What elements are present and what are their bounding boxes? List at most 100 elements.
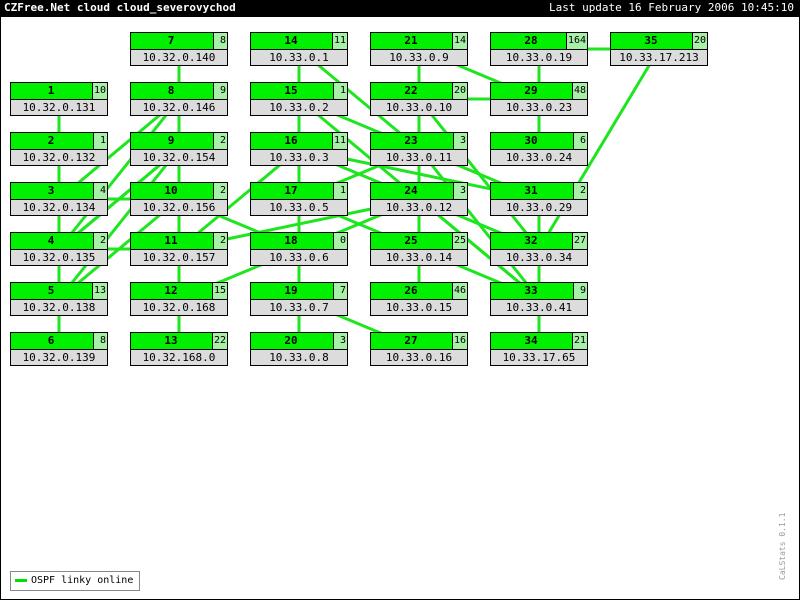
node-ip: 10.33.0.16 [385, 351, 453, 364]
node-28[interactable]: 28 164 10.33.0.19 [490, 32, 588, 66]
link-5-9 [57, 148, 181, 300]
node-header: 24 3 [371, 183, 467, 200]
node-count-badge: 16 [451, 333, 467, 349]
node-35[interactable]: 35 20 10.33.17.213 [610, 32, 708, 66]
node-ip: 10.33.0.34 [505, 251, 573, 264]
node-count-badge: 2 [213, 133, 227, 149]
node-ip: 10.33.0.6 [269, 251, 329, 264]
node-count-badge: 46 [451, 283, 467, 299]
node-16[interactable]: 16 11 10.33.0.3 [250, 132, 348, 166]
node-23[interactable]: 23 3 10.33.0.11 [370, 132, 468, 166]
node-id: 6 [47, 334, 55, 347]
node-8[interactable]: 8 9 10.32.0.146 [130, 82, 228, 116]
node-count-badge: 0 [333, 233, 347, 249]
node-15[interactable]: 15 1 10.33.0.2 [250, 82, 348, 116]
node-count-badge: 3 [453, 133, 467, 149]
node-count-badge: 4 [93, 183, 107, 199]
node-id: 21 [404, 34, 418, 47]
node-20[interactable]: 20 3 10.33.0.8 [250, 332, 348, 366]
node-2[interactable]: 2 1 10.32.0.132 [10, 132, 108, 166]
node-header: 30 6 [491, 133, 587, 150]
node-ip: 10.33.0.7 [269, 301, 329, 314]
node-header: 12 15 [131, 283, 227, 300]
node-34[interactable]: 34 21 10.33.17.65 [490, 332, 588, 366]
node-14[interactable]: 14 11 10.33.0.1 [250, 32, 348, 66]
node-21[interactable]: 21 14 10.33.0.9 [370, 32, 468, 66]
node-29[interactable]: 29 48 10.33.0.23 [490, 82, 588, 116]
node-3[interactable]: 3 4 10.32.0.134 [10, 182, 108, 216]
node-4[interactable]: 4 2 10.32.0.135 [10, 232, 108, 266]
node-22[interactable]: 22 20 10.33.0.10 [370, 82, 468, 116]
node-header: 42 [11, 233, 107, 250]
node-10[interactable]: 10 2 10.32.0.156 [130, 182, 228, 216]
node-count-badge: 48 [571, 83, 587, 99]
node-header: 27 16 [371, 333, 467, 350]
node-count-badge: 20 [451, 83, 467, 99]
node-id: 10 [164, 184, 178, 197]
node-count-badge: 2 [93, 233, 107, 249]
node-count-badge: 21 [571, 333, 587, 349]
node-6[interactable]: 6 8 10.32.0.139 [10, 332, 108, 366]
node-ip: 10.33.0.2 [269, 101, 329, 114]
node-26[interactable]: 26 46 10.33.0.15 [370, 282, 468, 316]
node-id: 32 [524, 234, 538, 247]
node-18[interactable]: 18 0 10.33.0.6 [250, 232, 348, 266]
node-count-badge: 27 [571, 233, 587, 249]
node-33[interactable]: 33 9 10.33.0.41 [490, 282, 588, 316]
node-count-badge: 20 [691, 33, 707, 49]
node-24[interactable]: 24 3 10.33.0.12 [370, 182, 468, 216]
node-header: 18 0 [251, 233, 347, 250]
node-25[interactable]: 25 25 10.33.0.14 [370, 232, 468, 266]
node-count-badge: 164 [565, 33, 587, 49]
node-id: 12 [164, 284, 178, 297]
node-ip: 10.32.0.146 [142, 101, 216, 114]
node-30[interactable]: 30 6 10.33.0.24 [490, 132, 588, 166]
node-count-badge: 2 [573, 183, 587, 199]
node-11[interactable]: 11 2 10.32.0.157 [130, 232, 228, 266]
node-ip: 10.33.0.10 [385, 101, 453, 114]
node-header: 25 25 [371, 233, 467, 250]
node-header: 34 21 [491, 333, 587, 350]
node-17[interactable]: 17 1 10.33.0.5 [250, 182, 348, 216]
node-id: 30 [524, 134, 538, 147]
node-7[interactable]: 7 8 10.32.0.140 [130, 32, 228, 66]
node-5[interactable]: 5 13 10.32.0.138 [10, 282, 108, 316]
node-ip: 10.33.0.9 [389, 51, 449, 64]
node-header: 31 2 [491, 183, 587, 200]
node-13[interactable]: 13 22 10.32.168.0 [130, 332, 228, 366]
node-id: 29 [524, 84, 538, 97]
node-header: 28 164 [491, 33, 587, 50]
node-ip: 10.32.0.154 [142, 151, 216, 164]
node-ip: 10.32.0.157 [142, 251, 216, 264]
node-ip: 10.32.0.140 [142, 51, 216, 64]
node-19[interactable]: 19 7 10.33.0.7 [250, 282, 348, 316]
node-header: 13 22 [131, 333, 227, 350]
node-ip: 10.33.0.24 [505, 151, 573, 164]
node-ip: 10.32.0.135 [22, 251, 96, 264]
node-1[interactable]: 1 10 10.32.0.131 [10, 82, 108, 116]
node-count-badge: 1 [93, 133, 107, 149]
node-ip: 10.33.0.19 [505, 51, 573, 64]
node-header: 34 [11, 183, 107, 200]
node-id: 4 [47, 234, 55, 247]
node-count-badge: 14 [451, 33, 467, 49]
node-count-badge: 8 [213, 33, 227, 49]
node-9[interactable]: 9 2 10.32.0.154 [130, 132, 228, 166]
node-ip: 10.32.0.134 [22, 201, 96, 214]
node-count-badge: 2 [213, 233, 227, 249]
node-count-badge: 3 [453, 183, 467, 199]
node-27[interactable]: 27 16 10.33.0.16 [370, 332, 468, 366]
node-ip: 10.32.0.138 [22, 301, 96, 314]
node-count-badge: 13 [91, 283, 107, 299]
node-12[interactable]: 12 15 10.32.0.168 [130, 282, 228, 316]
node-id: 15 [284, 84, 298, 97]
node-header: 15 1 [251, 83, 347, 100]
node-id: 1 [47, 84, 55, 97]
node-header: 78 [131, 33, 227, 50]
node-ip: 10.33.0.41 [505, 301, 573, 314]
node-header: 23 3 [371, 133, 467, 150]
node-31[interactable]: 31 2 10.33.0.29 [490, 182, 588, 216]
node-32[interactable]: 32 27 10.33.0.34 [490, 232, 588, 266]
node-header: 26 46 [371, 283, 467, 300]
node-count-badge: 9 [213, 83, 227, 99]
